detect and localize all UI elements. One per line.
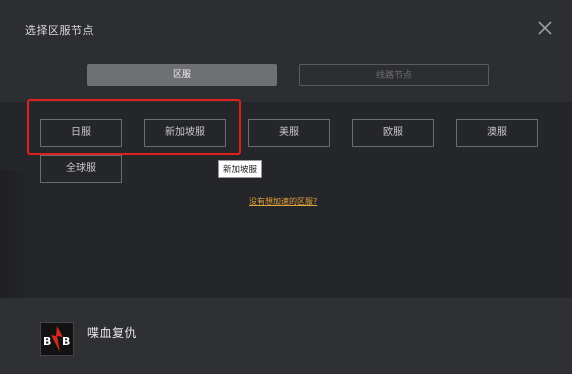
- region-button-global[interactable]: 全球服: [40, 155, 122, 183]
- svg-text:B: B: [62, 335, 70, 348]
- region-button-eu[interactable]: 欧服: [352, 119, 434, 147]
- panel-shade: [0, 170, 30, 298]
- region-button-au[interactable]: 澳服: [456, 119, 538, 147]
- dialog-window: 选择区服节点 区服 线路节点 日服 新加坡服 美服 欧服 澳服 全球服 新加坡服…: [0, 0, 572, 374]
- dialog-title: 选择区服节点: [25, 24, 94, 37]
- tab-bar: 区服 线路节点: [0, 56, 572, 102]
- selection-highlight-box: [27, 99, 241, 155]
- game-title: 喋血复仇: [87, 326, 138, 340]
- game-logo-icon: B B: [40, 322, 74, 356]
- dialog-titlebar: 选择区服节点: [0, 0, 572, 56]
- svg-text:B: B: [43, 335, 51, 348]
- region-button-us[interactable]: 美服: [248, 119, 330, 147]
- close-icon[interactable]: [536, 19, 554, 37]
- tab-line-node[interactable]: 线路节点: [299, 64, 489, 86]
- missing-region-link[interactable]: 没有想加速的区服?: [249, 196, 317, 207]
- tab-region[interactable]: 区服: [87, 64, 277, 86]
- tooltip: 新加坡服: [218, 160, 263, 178]
- game-footer: [0, 298, 572, 374]
